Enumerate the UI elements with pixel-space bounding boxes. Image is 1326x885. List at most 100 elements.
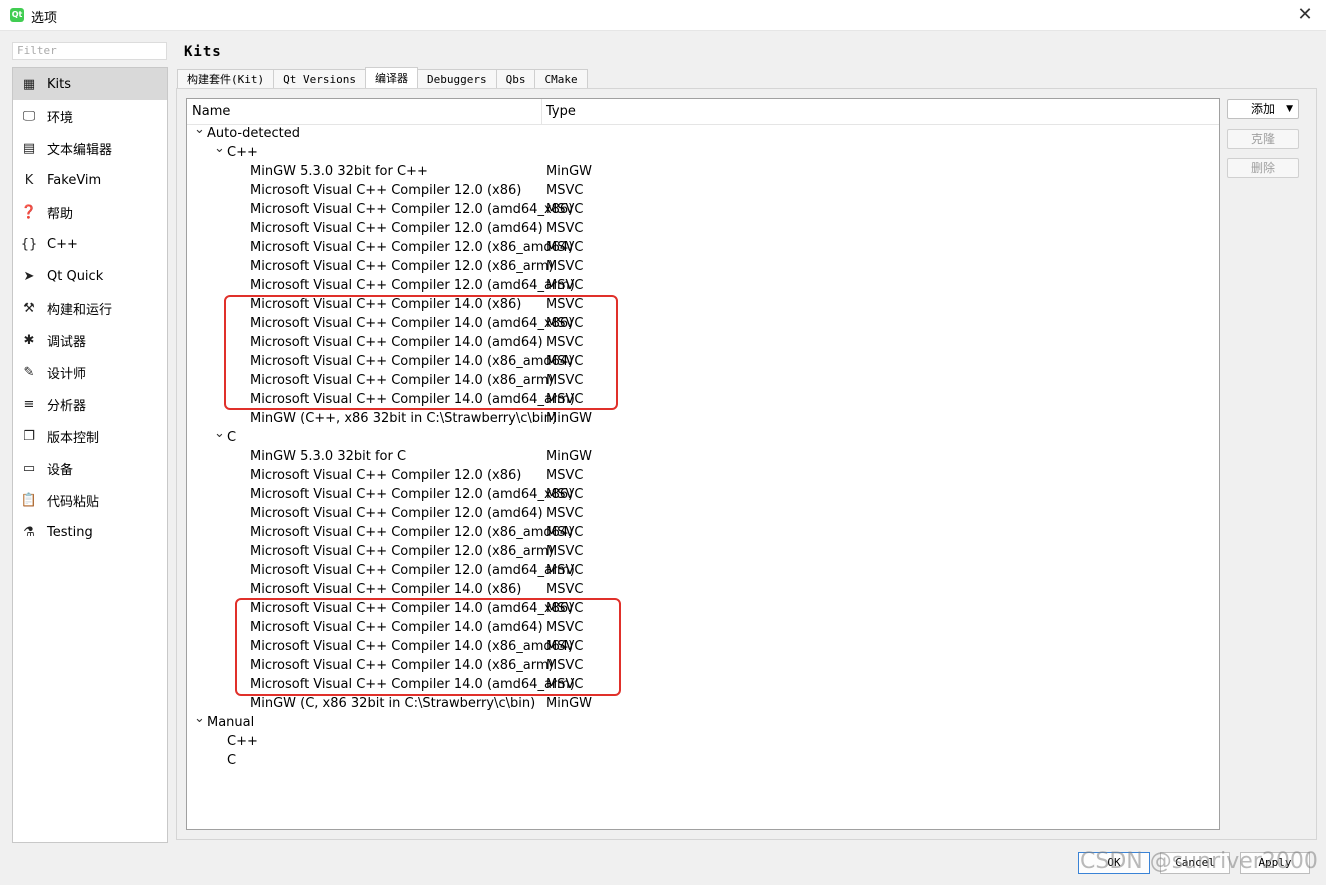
category-label: Testing bbox=[47, 524, 93, 540]
tree-cell-type: MSVC bbox=[546, 677, 584, 692]
category-item[interactable]: ✎ 设计师 bbox=[13, 356, 167, 388]
category-label: 构建和运行 bbox=[47, 302, 113, 318]
tab[interactable]: 编译器 bbox=[364, 67, 418, 88]
tree-row[interactable]: Microsoft Visual C++ Compiler 12.0 (amd6… bbox=[187, 485, 1219, 504]
add-button[interactable]: 添加 ▼ bbox=[1227, 99, 1299, 119]
tree-group-row[interactable]: ⌄ Manual bbox=[187, 711, 1219, 732]
tab[interactable]: Debuggers bbox=[416, 69, 497, 88]
tree-row[interactable]: Microsoft Visual C++ Compiler 14.0 (x86_… bbox=[187, 656, 1219, 675]
category-item[interactable]: ✱ 调试器 bbox=[13, 324, 167, 356]
column-header-type[interactable]: Type bbox=[546, 104, 576, 119]
category-label: 调试器 bbox=[47, 334, 87, 350]
category-item[interactable]: {} C++ bbox=[13, 228, 167, 260]
tree-row[interactable]: Microsoft Visual C++ Compiler 14.0 (amd6… bbox=[187, 314, 1219, 333]
tree-group-row[interactable]: ⌄ C bbox=[187, 426, 1219, 447]
tree-row[interactable]: MinGW (C++, x86 32bit in C:\Strawberry\c… bbox=[187, 409, 1219, 428]
text-editor-icon: ▤ bbox=[22, 140, 36, 156]
category-item[interactable]: 📋 代码粘贴 bbox=[13, 484, 167, 516]
category-item[interactable]: ▭ 设备 bbox=[13, 452, 167, 484]
apply-button[interactable]: Apply bbox=[1240, 852, 1310, 874]
remove-button[interactable]: 删除 bbox=[1227, 158, 1299, 178]
column-separator[interactable] bbox=[541, 99, 542, 124]
tree-cell-name: Microsoft Visual C++ Compiler 12.0 (amd6… bbox=[250, 221, 543, 236]
tree-row[interactable]: Microsoft Visual C++ Compiler 14.0 (amd6… bbox=[187, 618, 1219, 637]
tree-cell-type: MSVC bbox=[546, 221, 584, 236]
tree-cell-name: Microsoft Visual C++ Compiler 14.0 (x86) bbox=[250, 582, 522, 597]
column-header-name[interactable]: Name bbox=[192, 104, 230, 119]
tree-cell-name: C bbox=[227, 753, 237, 768]
expand-arrow-icon[interactable]: ⌄ bbox=[214, 424, 225, 443]
analyzer-icon: ≡ bbox=[23, 396, 35, 412]
tree-cell-type: MSVC bbox=[546, 601, 584, 616]
tab[interactable]: Qt Versions bbox=[273, 69, 366, 88]
expand-arrow-icon[interactable]: ⌄ bbox=[214, 139, 225, 158]
tree-cell-name: Microsoft Visual C++ Compiler 12.0 (x86_… bbox=[250, 544, 554, 559]
help-icon: ❓ bbox=[20, 204, 38, 220]
qt-quick-icon: ➤ bbox=[23, 268, 35, 284]
tree-row[interactable]: MinGW 5.3.0 32bit for C++ MinGW bbox=[187, 162, 1219, 181]
tree-cell-type: MSVC bbox=[546, 506, 584, 521]
category-item[interactable]: ⚒ 构建和运行 bbox=[13, 292, 167, 324]
tree-row[interactable]: C bbox=[187, 751, 1219, 770]
pencil-icon: ✎ bbox=[23, 364, 35, 380]
tree-row[interactable]: Microsoft Visual C++ Compiler 12.0 (x86_… bbox=[187, 523, 1219, 542]
compiler-tree[interactable]: Name Type ⌄ Auto-detected ⌄ C++ MinGW 5.3.0 … bbox=[186, 98, 1220, 830]
device-icon: ▭ bbox=[22, 460, 36, 476]
tree-row[interactable]: Microsoft Visual C++ Compiler 12.0 (x86_… bbox=[187, 257, 1219, 276]
tree-row[interactable]: Microsoft Visual C++ Compiler 12.0 (amd6… bbox=[187, 200, 1219, 219]
tree-row[interactable]: Microsoft Visual C++ Compiler 14.0 (amd6… bbox=[187, 599, 1219, 618]
tree-row[interactable]: Microsoft Visual C++ Compiler 12.0 (amd6… bbox=[187, 276, 1219, 295]
expand-arrow-icon[interactable]: ⌄ bbox=[194, 120, 205, 139]
tab[interactable]: 构建套件(Kit) bbox=[177, 69, 275, 88]
category-item[interactable]: ▦ Kits bbox=[13, 68, 167, 100]
tree-row[interactable]: Microsoft Visual C++ Compiler 12.0 (x86_… bbox=[187, 238, 1219, 257]
tree-cell-type: MSVC bbox=[546, 316, 584, 331]
dropdown-arrow-icon: ▼ bbox=[1286, 104, 1293, 114]
tree-cell-type: MSVC bbox=[546, 183, 584, 198]
tree-row[interactable]: C++ bbox=[187, 732, 1219, 751]
tree-row[interactable]: Microsoft Visual C++ Compiler 14.0 (amd6… bbox=[187, 333, 1219, 352]
tree-row[interactable]: Microsoft Visual C++ Compiler 14.0 (amd6… bbox=[187, 675, 1219, 694]
tree-group-row[interactable]: ⌄ Auto-detected bbox=[187, 122, 1219, 143]
category-list: ▦ Kits 🖵 环境 ▤ 文本编辑器 K FakeVim ❓ 帮助 {} C++ ➤ Qt Quick ⚒… bbox=[12, 67, 168, 843]
tab[interactable]: CMake bbox=[534, 69, 588, 88]
tree-cell-type: MSVC bbox=[546, 468, 584, 483]
tree-cell-type: MinGW bbox=[546, 449, 592, 464]
category-label: 帮助 bbox=[47, 206, 74, 222]
tree-row[interactable]: Microsoft Visual C++ Compiler 12.0 (amd6… bbox=[187, 561, 1219, 580]
tree-cell-name: Microsoft Visual C++ Compiler 14.0 (amd6… bbox=[250, 601, 574, 616]
tree-row[interactable]: MinGW (C, x86 32bit in C:\Strawberry\c\b… bbox=[187, 694, 1219, 713]
category-item[interactable]: ≡ 分析器 bbox=[13, 388, 167, 420]
category-item[interactable]: ➤ Qt Quick bbox=[13, 260, 167, 292]
tree-group-row[interactable]: ⌄ C++ bbox=[187, 141, 1219, 162]
tree-row[interactable]: Microsoft Visual C++ Compiler 12.0 (x86)… bbox=[187, 466, 1219, 485]
tree-row[interactable]: Microsoft Visual C++ Compiler 14.0 (x86_… bbox=[187, 352, 1219, 371]
tree-row[interactable]: Microsoft Visual C++ Compiler 14.0 (x86)… bbox=[187, 295, 1219, 314]
category-item[interactable]: ❓ 帮助 bbox=[13, 196, 167, 228]
close-icon[interactable]: ✕ bbox=[1292, 3, 1318, 27]
filter-input[interactable]: Filter bbox=[12, 42, 167, 60]
clone-button[interactable]: 克隆 bbox=[1227, 129, 1299, 149]
version-control-icon: ❐ bbox=[23, 428, 35, 444]
tree-row[interactable]: Microsoft Visual C++ Compiler 14.0 (x86)… bbox=[187, 580, 1219, 599]
cancel-button[interactable]: Cancel bbox=[1160, 852, 1230, 874]
category-item[interactable]: K FakeVim bbox=[13, 164, 167, 196]
tree-row[interactable]: Microsoft Visual C++ Compiler 12.0 (amd6… bbox=[187, 219, 1219, 238]
expand-arrow-icon[interactable]: ⌄ bbox=[194, 709, 205, 728]
tree-cell-type: MSVC bbox=[546, 202, 584, 217]
tree-row[interactable]: MinGW 5.3.0 32bit for C MinGW bbox=[187, 447, 1219, 466]
category-item[interactable]: ❐ 版本控制 bbox=[13, 420, 167, 452]
tree-row[interactable]: Microsoft Visual C++ Compiler 12.0 (x86)… bbox=[187, 181, 1219, 200]
tree-row[interactable]: Microsoft Visual C++ Compiler 12.0 (amd6… bbox=[187, 504, 1219, 523]
category-label: 文本编辑器 bbox=[47, 142, 113, 158]
tree-row[interactable]: Microsoft Visual C++ Compiler 14.0 (x86_… bbox=[187, 371, 1219, 390]
category-item[interactable]: 🖵 环境 bbox=[13, 100, 167, 132]
tree-row[interactable]: Microsoft Visual C++ Compiler 14.0 (amd6… bbox=[187, 390, 1219, 409]
category-item[interactable]: ▤ 文本编辑器 bbox=[13, 132, 167, 164]
tab[interactable]: Qbs bbox=[495, 69, 536, 88]
tree-row[interactable]: Microsoft Visual C++ Compiler 14.0 (x86_… bbox=[187, 637, 1219, 656]
tree-row[interactable]: Microsoft Visual C++ Compiler 12.0 (x86_… bbox=[187, 542, 1219, 561]
category-item[interactable]: ⚗ Testing bbox=[13, 516, 167, 548]
tree-cell-name: MinGW (C, x86 32bit in C:\Strawberry\c\b… bbox=[250, 696, 536, 711]
ok-button[interactable]: OK bbox=[1078, 852, 1150, 874]
